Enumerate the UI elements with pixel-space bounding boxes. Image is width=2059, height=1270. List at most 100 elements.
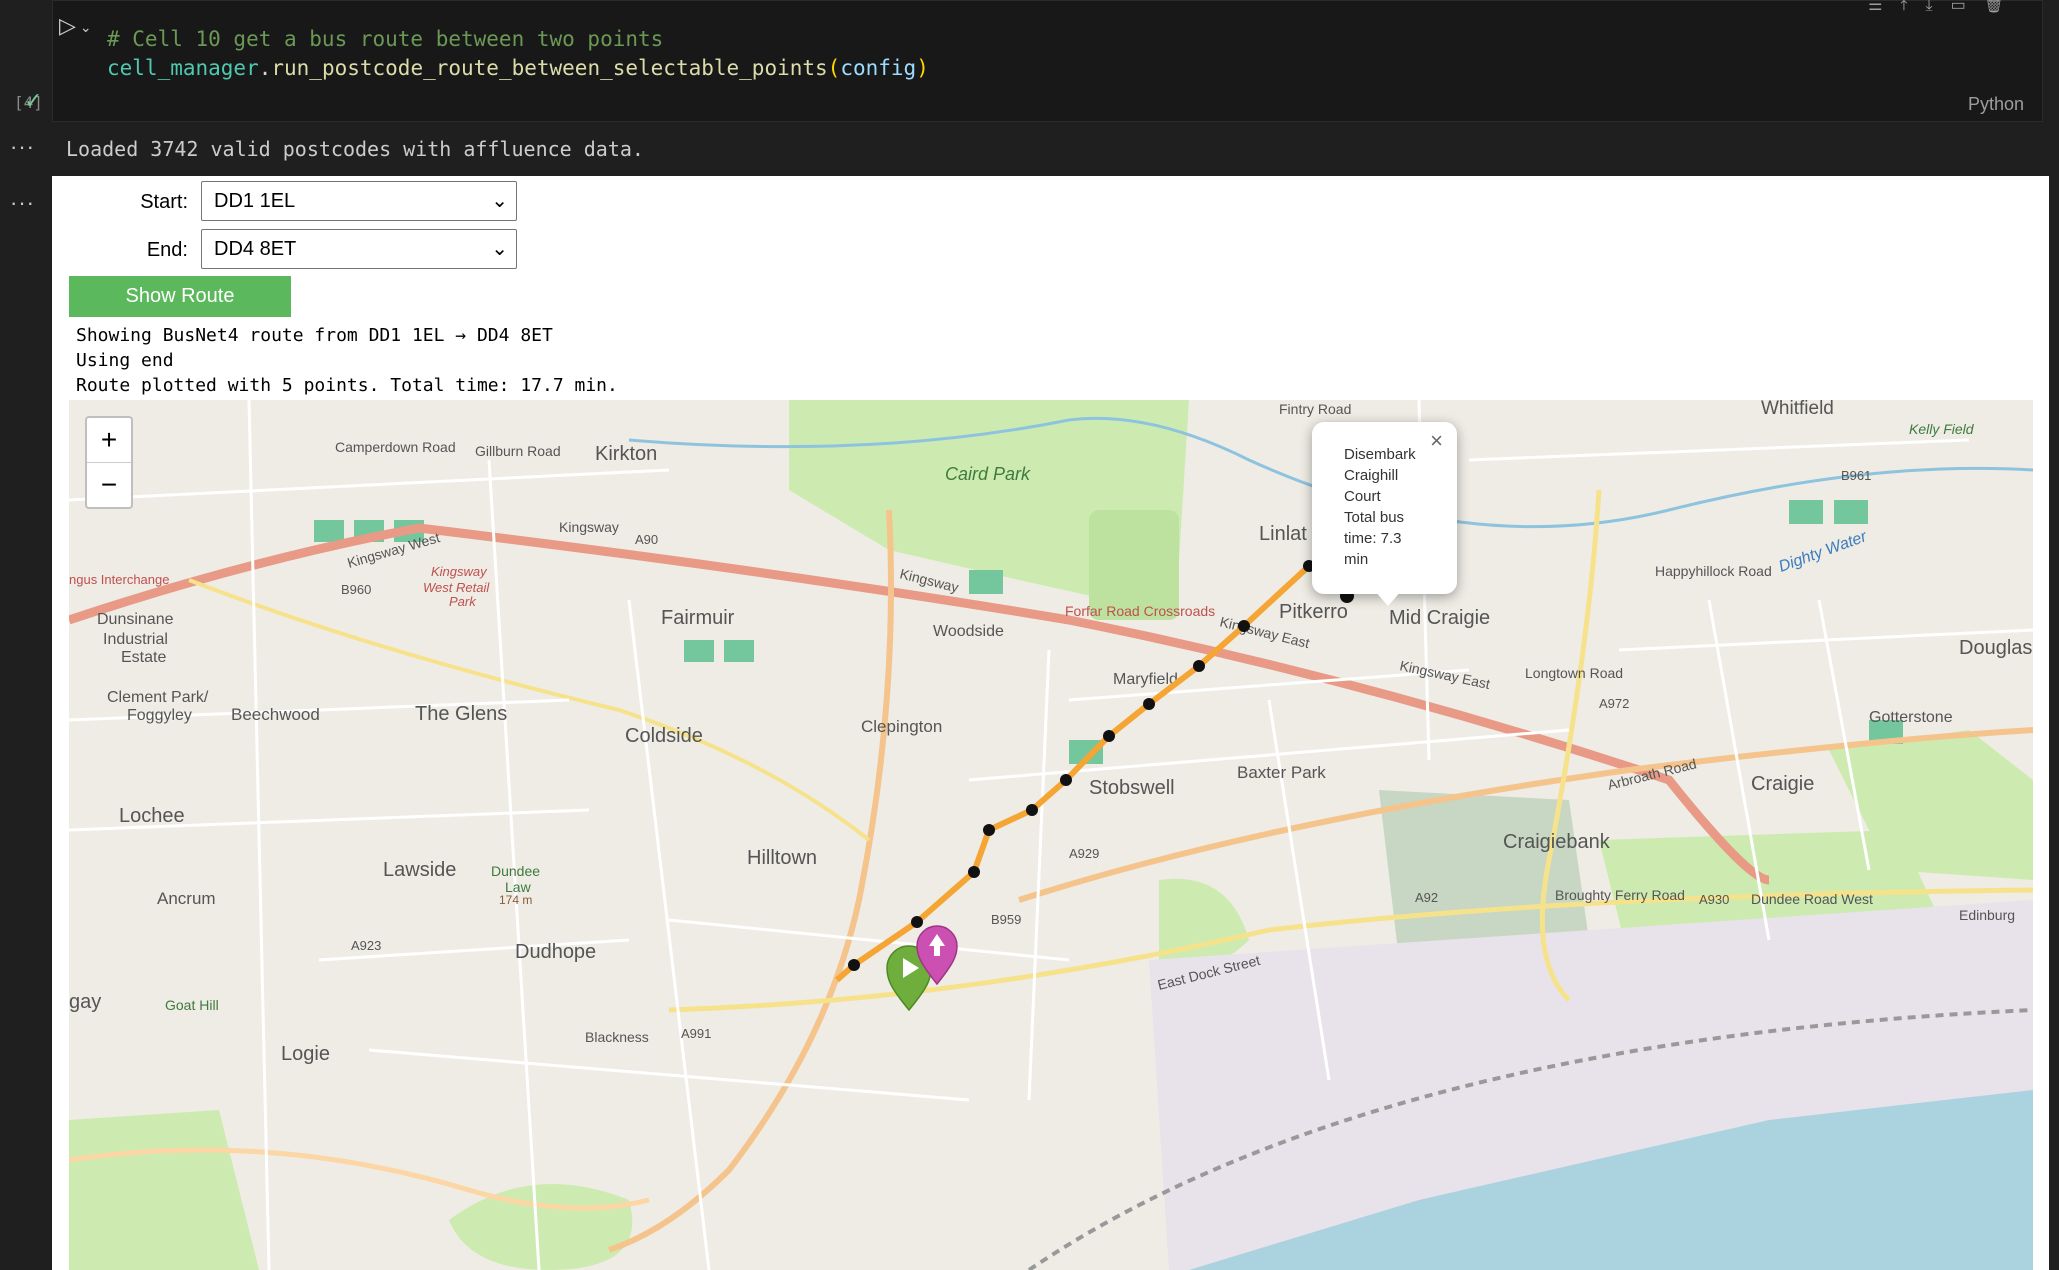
map-label: Coldside [625, 725, 703, 747]
output-more-icon[interactable]: ··· [10, 134, 35, 160]
pitch [724, 640, 754, 662]
start-select-value: DD1 1EL [214, 190, 296, 212]
map-label: Fairmuir [661, 607, 735, 629]
map-label: A92 [1415, 890, 1438, 905]
map-label: Foggyley [127, 707, 192, 724]
check-icon: ✓ [24, 88, 43, 113]
map-label: Park [449, 594, 477, 609]
map-label: A923 [351, 938, 381, 953]
run-cell-button[interactable]: ▷ ⌄ [59, 13, 109, 39]
map-label: Logie [281, 1043, 330, 1065]
zoom-out-button[interactable]: − [87, 463, 131, 507]
map-label: Douglas [1959, 637, 2032, 659]
map-label: Camperdown Road [335, 439, 456, 455]
popup-line: time: 7.3 [1344, 530, 1402, 547]
code-paren-open: ( [827, 56, 841, 80]
map-label: Broughty Ferry Road [1555, 887, 1685, 903]
map-label: Clepington [861, 717, 942, 736]
map-label: Kingsway [431, 564, 488, 579]
map-label: Blackness [585, 1029, 649, 1045]
map-label: Baxter Park [1237, 763, 1326, 782]
map-label: Hilltown [747, 847, 817, 869]
status-line-2: Using end [76, 350, 174, 371]
map[interactable]: Whitfield Kelly Field Fintry Road Caird … [69, 400, 2033, 1270]
show-route-button[interactable]: Show Route [69, 276, 291, 317]
split-cell-icon[interactable]: ▭ [1951, 0, 1984, 14]
code-line: cell_manager.run_postcode_route_between_… [107, 56, 929, 80]
map-label: A991 [681, 1026, 711, 1041]
map-label: Mid Craigie [1389, 607, 1490, 629]
map-label: Estate [121, 649, 166, 666]
map-label: A930 [1699, 892, 1729, 907]
language-indicator[interactable]: Python [1968, 94, 2024, 115]
popup-line: Total bus [1344, 509, 1405, 526]
map-label: B961 [1841, 468, 1871, 483]
cell-toolbar[interactable]: ☰⤒⤓▭🗑 [1868, 0, 2022, 15]
map-label: Beechwood [231, 705, 320, 724]
map-label: Craigie [1751, 773, 1814, 795]
map-label: gay [69, 991, 101, 1013]
zoom-control: + − [85, 416, 133, 509]
play-icon: ▷ [59, 13, 76, 38]
map-label: Industrial [103, 631, 168, 648]
output-more-icon-2[interactable]: ··· [10, 190, 35, 216]
map-label: Lawside [383, 859, 456, 881]
end-select[interactable]: DD4 8ET ⌄ [201, 229, 517, 269]
map-label: Ancrum [157, 889, 216, 908]
execute-above-icon[interactable]: ⤒ [1900, 0, 1925, 14]
map-label: Dundee Road West [1751, 891, 1873, 907]
end-select-value: DD4 8ET [214, 238, 297, 260]
map-label: A972 [1599, 696, 1629, 711]
status-line-1: Showing BusNet4 route from DD1 1EL → DD4… [76, 325, 553, 346]
map-label: Craigiebank [1503, 831, 1611, 853]
execute-below-icon[interactable]: ⤓ [1925, 0, 1950, 14]
map-label: Forfar Road Crossroads [1065, 603, 1215, 619]
code-object: cell_manager [107, 56, 259, 80]
map-label: Caird Park [945, 464, 1031, 484]
map-label: Happyhillock Road [1655, 563, 1772, 579]
map-label: 174 m [499, 893, 532, 907]
map-label: Gotterstone [1869, 709, 1953, 726]
pitch [1789, 500, 1823, 524]
pitch [314, 520, 344, 542]
chevron-down-icon: ⌄ [491, 190, 508, 212]
map-label: Lochee [119, 805, 185, 827]
map-label: A90 [635, 532, 658, 547]
delete-cell-icon[interactable]: 🗑 [1984, 0, 2022, 14]
map-tiles: Whitfield Kelly Field Fintry Road Caird … [69, 400, 2033, 1270]
start-select[interactable]: DD1 1EL ⌄ [201, 181, 517, 221]
output-text: Loaded 3742 valid postcodes with affluen… [66, 137, 644, 161]
map-label: Kingsway [559, 519, 619, 535]
route-point [1060, 774, 1072, 786]
map-label: Gillburn Road [475, 443, 561, 459]
map-label: Kirkton [595, 443, 657, 465]
code-function: run_postcode_route_between_selectable_po… [271, 56, 828, 80]
map-label: Pitkerro [1279, 601, 1348, 623]
map-label: West Retail [423, 580, 490, 595]
map-label: Dundee [491, 863, 540, 879]
route-point [1026, 804, 1038, 816]
map-label: B959 [991, 912, 1021, 927]
format-icon[interactable]: ☰ [1868, 0, 1900, 14]
map-label: Whitfield [1761, 400, 1834, 419]
status-line-3: Route plotted with 5 points. Total time:… [76, 375, 618, 396]
zoom-in-button[interactable]: + [87, 418, 131, 463]
route-point [983, 824, 995, 836]
widget-output: Start: DD1 1EL ⌄ End: DD4 8ET ⌄ Show Route… [52, 176, 2049, 1270]
code-cell[interactable]: ▷ ⌄ ☰⤒⤓▭🗑 # Cell 10 get a bus route betwe… [52, 0, 2043, 122]
route-point [1103, 730, 1115, 742]
end-label: End: [146, 239, 188, 261]
route-point [848, 959, 860, 971]
map-label: B960 [341, 582, 371, 597]
route-point [911, 916, 923, 928]
chevron-down-icon[interactable]: ⌄ [80, 19, 92, 35]
route-point [1143, 698, 1155, 710]
map-label: Dudhope [515, 941, 596, 963]
popup-line: Court [1344, 488, 1381, 505]
map-label: Edinburg [1959, 907, 2015, 923]
map-label: Stobswell [1089, 777, 1175, 799]
popup-content: Disembark Craighill Court Total bus time… [1344, 444, 1434, 570]
map-label: A929 [1069, 846, 1099, 861]
popup-tip [1374, 590, 1402, 606]
popup-line: Craighill [1344, 467, 1399, 484]
